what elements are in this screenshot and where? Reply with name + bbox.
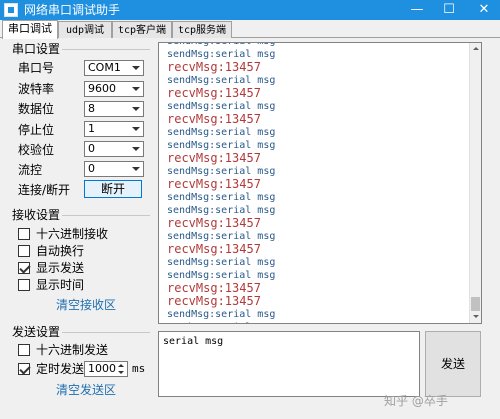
- log-line-recv: recvMsg:13457: [167, 86, 261, 100]
- connect-label: 连接/断开: [18, 183, 71, 197]
- databits-label: 数据位: [18, 102, 55, 116]
- spin-up-icon[interactable]: [117, 363, 126, 369]
- log-scrollbar[interactable]: [469, 43, 481, 323]
- title-bar: 网络串口调试助手 — ☐ ✕: [0, 0, 500, 20]
- scroll-up-icon[interactable]: [470, 43, 481, 55]
- port-combo[interactable]: COM1: [84, 60, 144, 76]
- timed-send-checkbox[interactable]: [18, 363, 30, 375]
- log-line-send: sendMsg:serial msg: [167, 321, 467, 323]
- baud-label: 波特率: [18, 82, 55, 96]
- stopbits-value: 1: [88, 122, 95, 135]
- port-value: COM1: [88, 61, 121, 74]
- scroll-down-icon[interactable]: [470, 311, 481, 323]
- close-button[interactable]: ✕: [468, 0, 500, 20]
- chevron-down-icon: [132, 66, 140, 70]
- window-title: 网络串口调试助手: [24, 3, 121, 17]
- tab-udp-debug[interactable]: udp调试: [58, 21, 112, 38]
- show-time-label: 显示时间: [36, 278, 85, 292]
- receive-log[interactable]: sendMsg:serial msgsendMsg:serial msgrecv…: [158, 42, 482, 324]
- log-line-recv: recvMsg:13457: [167, 112, 261, 126]
- clear-receive-link[interactable]: 清空接收区: [56, 298, 116, 312]
- log-lines: sendMsg:serial msgsendMsg:serial msgrecv…: [167, 43, 467, 323]
- show-send-checkbox[interactable]: [18, 262, 30, 274]
- send-input[interactable]: serial msg: [158, 331, 420, 397]
- hex-send-checkbox[interactable]: [18, 344, 30, 356]
- databits-combo[interactable]: 8: [84, 101, 144, 117]
- chevron-down-icon: [132, 87, 140, 91]
- auto-wrap-label: 自动换行: [36, 244, 85, 258]
- flow-label: 流控: [18, 163, 43, 177]
- log-line-send: sendMsg:serial msg: [167, 127, 276, 138]
- log-line-send: sendMsg:serial msg: [167, 309, 276, 320]
- interval-unit: ms: [132, 362, 146, 375]
- interval-spinbox[interactable]: 1000: [84, 361, 128, 377]
- log-line-recv: recvMsg:13457: [167, 60, 261, 74]
- log-line-recv: recvMsg:13457: [167, 242, 261, 256]
- log-line-recv: recvMsg:13457: [167, 294, 261, 308]
- log-line-recv: recvMsg:13457: [167, 177, 261, 191]
- hex-receive-checkbox[interactable]: [18, 228, 30, 240]
- flow-value: 0: [88, 162, 95, 175]
- tab-serial-debug[interactable]: 串口调试: [2, 20, 58, 39]
- stopbits-label: 停止位: [18, 123, 55, 137]
- timed-send-label: 定时发送: [36, 362, 85, 376]
- send-button[interactable]: 发送: [425, 331, 481, 397]
- hex-send-label: 十六进制发送: [36, 343, 109, 357]
- hex-receive-label: 十六进制接收: [36, 227, 109, 241]
- port-label: 串口号: [18, 61, 55, 75]
- parity-value: 0: [88, 142, 95, 155]
- log-line-recv: recvMsg:13457: [167, 216, 261, 230]
- tab-udp-label: udp调试: [65, 25, 105, 36]
- maximize-button[interactable]: ☐: [436, 0, 462, 20]
- timed-send-option[interactable]: 定时发送: [18, 362, 84, 376]
- tab-tcp-server[interactable]: tcp服务端: [172, 21, 232, 38]
- spin-down-icon[interactable]: [117, 370, 126, 376]
- app-icon: [4, 3, 18, 17]
- log-line-send: sendMsg:serial msg: [167, 192, 276, 203]
- parity-combo[interactable]: 0: [84, 141, 144, 157]
- show-time-checkbox[interactable]: [18, 279, 30, 291]
- serial-settings-divider: [62, 49, 150, 50]
- baud-combo[interactable]: 9600: [84, 81, 144, 97]
- minimize-button[interactable]: —: [404, 0, 430, 20]
- disconnect-button[interactable]: 断开: [84, 180, 142, 198]
- stopbits-combo[interactable]: 1: [84, 121, 144, 137]
- tab-tcp-client[interactable]: tcp客户端: [112, 21, 172, 38]
- watermark: 知乎 @卒手: [384, 394, 448, 408]
- tab-tcp-server-label: tcp服务端: [177, 25, 227, 36]
- chevron-down-icon: [132, 167, 140, 171]
- log-line-recv: recvMsg:13457: [167, 151, 261, 165]
- auto-wrap-checkbox[interactable]: [18, 245, 30, 257]
- chevron-down-icon: [132, 147, 140, 151]
- baud-value: 9600: [88, 82, 116, 95]
- send-settings-divider: [62, 332, 150, 333]
- scroll-thumb[interactable]: [471, 297, 480, 311]
- log-line-send: sendMsg:serial msg: [167, 257, 276, 268]
- chevron-down-icon: [132, 127, 140, 131]
- tab-bar: 串口调试 udp调试 tcp客户端 tcp服务端: [0, 20, 500, 39]
- tab-tcp-client-label: tcp客户端: [117, 25, 167, 36]
- parity-label: 校验位: [18, 143, 55, 157]
- serial-settings-title: 串口设置: [12, 42, 61, 56]
- interval-value: 1000: [88, 362, 116, 375]
- clear-send-link[interactable]: 清空发送区: [56, 383, 116, 397]
- chevron-down-icon: [132, 107, 140, 111]
- send-settings-title: 发送设置: [12, 325, 61, 339]
- receive-settings-divider: [62, 215, 150, 216]
- receive-settings-title: 接收设置: [12, 208, 61, 222]
- databits-value: 8: [88, 102, 95, 115]
- show-send-label: 显示发送: [36, 261, 85, 275]
- flow-combo[interactable]: 0: [84, 161, 144, 177]
